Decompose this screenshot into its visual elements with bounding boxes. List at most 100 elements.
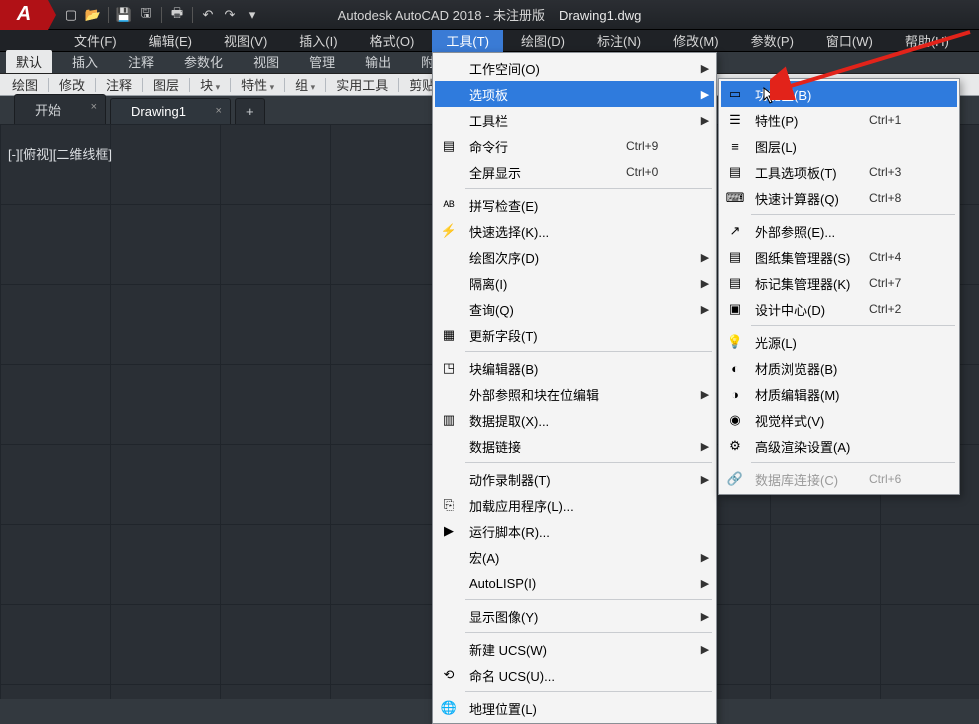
menu-item-11[interactable]: ▦更新字段(T) bbox=[435, 322, 714, 348]
ribbon-panel-4[interactable]: 块 bbox=[194, 75, 226, 94]
add-tab-button[interactable]: + bbox=[235, 98, 265, 124]
menu-item-3[interactable]: ▤工具选项板(T)Ctrl+3 bbox=[721, 159, 957, 185]
ribbon-tab-0[interactable]: 默认 bbox=[6, 50, 52, 73]
menu-item-14[interactable]: 外部参照和块在位编辑▶ bbox=[435, 381, 714, 407]
menu-item-0[interactable]: 工作空间(O)▶ bbox=[435, 55, 714, 81]
menu-item-2[interactable]: 工具栏▶ bbox=[435, 107, 714, 133]
ribbon-tab-5[interactable]: 管理 bbox=[299, 50, 345, 73]
menu-item-13[interactable]: ◑材质编辑器(M) bbox=[721, 381, 957, 407]
ribbon-panel-2[interactable]: 注释 bbox=[100, 75, 138, 94]
menu-item-8[interactable]: ▤标记集管理器(K)Ctrl+7 bbox=[721, 270, 957, 296]
panel-separator bbox=[48, 78, 49, 92]
menu-item-0[interactable]: ▭功能区(B) bbox=[721, 81, 957, 107]
qat-redo-icon[interactable]: ↷ bbox=[221, 6, 239, 24]
menu-item-18[interactable]: 动作录制器(T)▶ bbox=[435, 466, 714, 492]
ribbon-tab-6[interactable]: 输出 bbox=[355, 50, 401, 73]
menu-item-3[interactable]: ▤命令行Ctrl+9 bbox=[435, 133, 714, 159]
ribbon-panel-6[interactable]: 组 bbox=[289, 75, 321, 94]
menu-item-shortcut: Ctrl+4 bbox=[869, 250, 939, 264]
menu-item-9[interactable]: 隔离(I)▶ bbox=[435, 270, 714, 296]
load-icon: ⎘ bbox=[435, 497, 463, 513]
view-label[interactable]: [-][俯视][二维线框] bbox=[8, 144, 112, 163]
qat-dropdown-icon[interactable]: ▾ bbox=[243, 6, 261, 24]
menu-标注[interactable]: 标注(N) bbox=[583, 29, 655, 52]
menu-item-1[interactable]: 选项板▶ bbox=[435, 81, 714, 107]
menu-item-label: 宏(A) bbox=[463, 548, 626, 567]
menu-item-8[interactable]: 绘图次序(D)▶ bbox=[435, 244, 714, 270]
menu-item-15[interactable]: ▥数据提取(X)... bbox=[435, 407, 714, 433]
menu-帮助[interactable]: 帮助(H) bbox=[891, 29, 963, 52]
ribbon-panel-5[interactable]: 特性 bbox=[235, 75, 280, 94]
menu-工具[interactable]: 工具(T) bbox=[432, 29, 503, 52]
ribbon-panel-7[interactable]: 实用工具 bbox=[330, 75, 394, 94]
menu-item-7[interactable]: ▤图纸集管理器(S)Ctrl+4 bbox=[721, 244, 957, 270]
qat-open-icon[interactable]: 📂 bbox=[84, 6, 102, 24]
close-tab-icon[interactable]: × bbox=[216, 105, 222, 117]
menu-item-24[interactable]: 显示图像(Y)▶ bbox=[435, 603, 714, 629]
menu-item-label: 运行脚本(R)... bbox=[463, 522, 626, 541]
ribbon-icon: ▭ bbox=[721, 86, 749, 102]
ribbon-tab-3[interactable]: 参数化 bbox=[174, 50, 233, 73]
ribbon-tab-1[interactable]: 插入 bbox=[62, 50, 108, 73]
ribbon-panel-0[interactable]: 绘图 bbox=[6, 75, 44, 94]
menu-item-26[interactable]: 新建 UCS(W)▶ bbox=[435, 636, 714, 662]
ribbon-panel-1[interactable]: 修改 bbox=[53, 75, 91, 94]
menu-item-4[interactable]: ⌨快速计算器(Q)Ctrl+8 bbox=[721, 185, 957, 211]
app-logo[interactable]: A bbox=[0, 0, 48, 30]
menu-item-label: 图层(L) bbox=[749, 137, 869, 156]
menu-item-shortcut: Ctrl+6 bbox=[869, 472, 939, 486]
menu-文件[interactable]: 文件(F) bbox=[60, 29, 131, 52]
menu-插入[interactable]: 插入(I) bbox=[285, 29, 351, 52]
menu-item-10[interactable]: 查询(Q)▶ bbox=[435, 296, 714, 322]
menu-item-6[interactable]: ↗外部参照(E)... bbox=[721, 218, 957, 244]
menu-item-label: 命令行 bbox=[463, 137, 626, 156]
menu-item-9[interactable]: ▣设计中心(D)Ctrl+2 bbox=[721, 296, 957, 322]
ribbon-tab-4[interactable]: 视图 bbox=[243, 50, 289, 73]
menu-item-14[interactable]: ◉视觉样式(V) bbox=[721, 407, 957, 433]
menu-视图[interactable]: 视图(V) bbox=[210, 29, 281, 52]
menu-修改[interactable]: 修改(M) bbox=[659, 29, 733, 52]
menu-item-27[interactable]: ⟲命名 UCS(U)... bbox=[435, 662, 714, 688]
menu-item-16[interactable]: 数据链接▶ bbox=[435, 433, 714, 459]
menu-item-19[interactable]: ⎘加载应用程序(L)... bbox=[435, 492, 714, 518]
close-tab-icon[interactable]: × bbox=[91, 101, 97, 113]
menu-separator bbox=[751, 325, 955, 326]
ucs-icon: ⟲ bbox=[435, 667, 463, 683]
qat-new-icon[interactable]: ▢ bbox=[62, 6, 80, 24]
submenu-arrow-icon: ▶ bbox=[696, 473, 714, 486]
qat-undo-icon[interactable]: ↶ bbox=[199, 6, 217, 24]
menu-item-2[interactable]: ≡图层(L) bbox=[721, 133, 957, 159]
menu-item-15[interactable]: ⚙高级渲染设置(A) bbox=[721, 433, 957, 459]
qat-saveas-icon[interactable]: 🖫 bbox=[137, 6, 155, 24]
menu-item-7[interactable]: ⚡快速选择(K)... bbox=[435, 218, 714, 244]
menu-item-4[interactable]: 全屏显示Ctrl+0 bbox=[435, 159, 714, 185]
menu-绘图[interactable]: 绘图(D) bbox=[507, 29, 579, 52]
menu-item-shortcut: Ctrl+8 bbox=[869, 191, 939, 205]
submenu-arrow-icon: ▶ bbox=[696, 303, 714, 316]
ribbon-tab-2[interactable]: 注释 bbox=[118, 50, 164, 73]
qat-save-icon[interactable]: 💾 bbox=[115, 6, 133, 24]
doc-tab-0[interactable]: 开始× bbox=[14, 94, 106, 124]
menu-item-20[interactable]: ▶运行脚本(R)... bbox=[435, 518, 714, 544]
app-logo-a: A bbox=[17, 3, 31, 26]
doc-tab-1[interactable]: Drawing1× bbox=[110, 98, 231, 124]
menu-item-6[interactable]: ᴬᴮ拼写检查(E) bbox=[435, 192, 714, 218]
menu-参数[interactable]: 参数(P) bbox=[737, 29, 808, 52]
menu-窗口[interactable]: 窗口(W) bbox=[812, 29, 887, 52]
submenu-arrow-icon: ▶ bbox=[696, 388, 714, 401]
menu-编辑[interactable]: 编辑(E) bbox=[135, 29, 206, 52]
menu-item-label: 数据库连接(C) bbox=[749, 470, 869, 489]
ribbon-panel-3[interactable]: 图层 bbox=[147, 75, 185, 94]
menu-格式[interactable]: 格式(O) bbox=[356, 29, 429, 52]
submenu-arrow-icon: ▶ bbox=[696, 251, 714, 264]
submenu-arrow-icon: ▶ bbox=[696, 610, 714, 623]
qat-print-icon[interactable]: 🖶 bbox=[168, 6, 186, 24]
menu-item-21[interactable]: 宏(A)▶ bbox=[435, 544, 714, 570]
panel-separator bbox=[230, 78, 231, 92]
menu-item-1[interactable]: ☰特性(P)Ctrl+1 bbox=[721, 107, 957, 133]
menu-item-11[interactable]: 💡光源(L) bbox=[721, 329, 957, 355]
menu-item-22[interactable]: AutoLISP(I)▶ bbox=[435, 570, 714, 596]
menu-item-13[interactable]: ◳块编辑器(B) bbox=[435, 355, 714, 381]
menu-item-shortcut: Ctrl+7 bbox=[869, 276, 939, 290]
menu-item-12[interactable]: ◐材质浏览器(B) bbox=[721, 355, 957, 381]
